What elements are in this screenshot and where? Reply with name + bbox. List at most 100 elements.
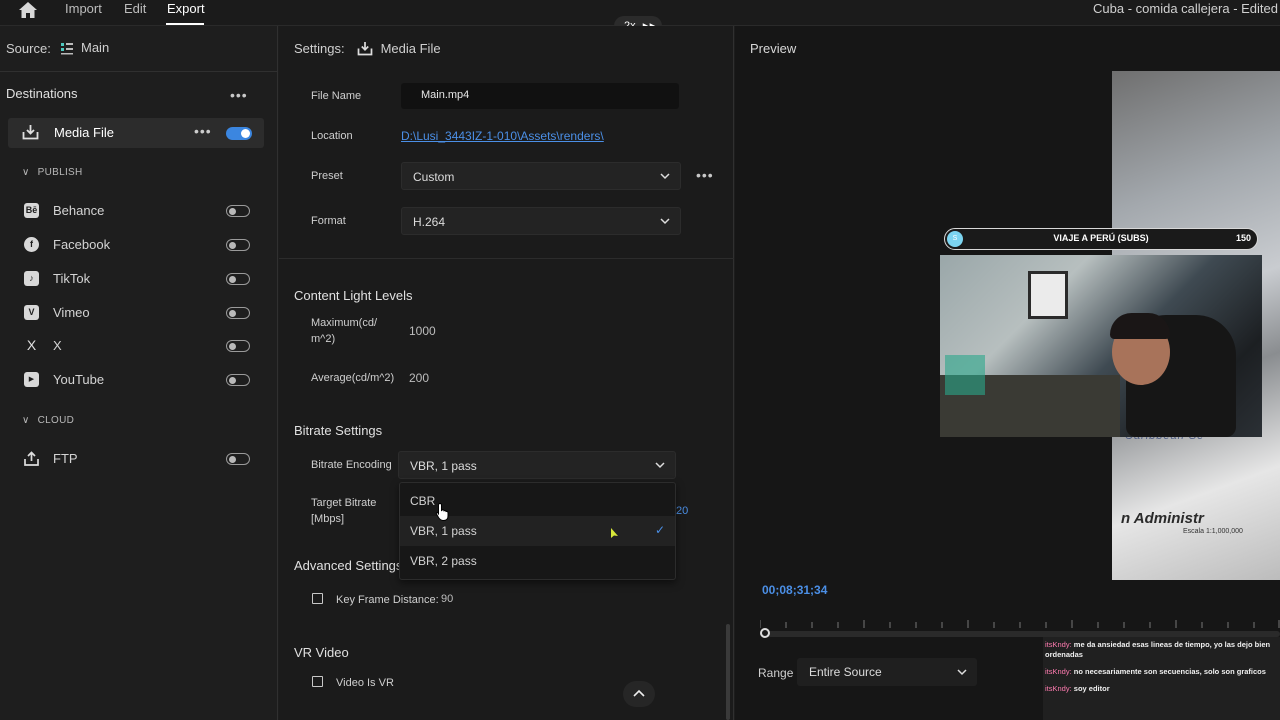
preset-value: Custom: [413, 170, 455, 184]
preview-title: Preview: [750, 41, 797, 56]
stream-chat-overlay: itsKndy: me da ansiedad esas lineas de t…: [1043, 637, 1280, 720]
source-value: Main: [81, 40, 110, 55]
ftp-toggle[interactable]: [226, 453, 250, 465]
youtube-toggle[interactable]: [226, 374, 250, 386]
x-toggle[interactable]: [226, 340, 250, 352]
location-link[interactable]: D:\Lusi_3443IZ-1-010\Assets\renders\: [401, 129, 604, 143]
timeline-ticks: [760, 620, 1280, 628]
content-light-levels-title: Content Light Levels: [294, 288, 413, 303]
target-bitrate-label: Target Bitrate [Mbps]: [311, 497, 377, 525]
advanced-settings-title: Advanced Settings: [294, 558, 403, 573]
maximum-value[interactable]: 1000: [409, 324, 436, 338]
key-frame-checkbox[interactable]: [312, 593, 323, 604]
headphones: [1110, 313, 1170, 339]
chat-user: itsKndy:: [1045, 640, 1072, 649]
preset-select[interactable]: Custom: [401, 162, 681, 190]
range-select[interactable]: Entire Source: [797, 658, 977, 686]
key-frame-label: Key Frame Distance:: [336, 594, 439, 606]
cloud-header-label: CLOUD: [37, 415, 75, 426]
light-glow: [945, 355, 985, 395]
stream-goal-bar: S VIAJE A PERÚ (SUBS) 150: [944, 228, 1258, 250]
active-tab-indicator: [166, 23, 204, 25]
menu-export[interactable]: Export: [167, 1, 205, 16]
maximum-label: Maximum(cd/ m^2): [311, 317, 378, 345]
map-scale: Escala 1:1,000,000: [1183, 528, 1243, 535]
option-label: VBR, 1 pass: [410, 524, 477, 538]
video-is-vr-label: Video Is VR: [336, 677, 394, 689]
bitrate-encoding-select[interactable]: VBR, 1 pass: [398, 451, 676, 479]
scroll-top-button[interactable]: [623, 681, 655, 707]
menu-edit[interactable]: Edit: [124, 1, 146, 16]
option-label: CBR: [410, 494, 436, 508]
chevron-down-icon: ∨: [22, 415, 30, 426]
publish-section-header[interactable]: ∨ PUBLISH: [22, 167, 83, 178]
key-frame-value[interactable]: 90: [441, 593, 453, 605]
destination-label: Vimeo: [53, 305, 90, 320]
chevron-down-icon: [660, 218, 670, 225]
bitrate-encoding-menu: CBR VBR, 1 pass ✓ VBR, 2 pass: [399, 482, 676, 580]
vr-video-title: VR Video: [294, 645, 349, 660]
settings-header: Settings: Media File: [294, 41, 441, 56]
destinations-panel: Source: Main Destinations ••• Media File…: [0, 26, 278, 720]
timeline-scrubber[interactable]: [760, 618, 1280, 638]
document-title: Cuba - comida callejera - Edited: [1093, 1, 1278, 16]
destination-tiktok[interactable]: ♪ TikTok: [24, 269, 254, 289]
divider: [0, 71, 278, 72]
map-label-administr: n Administr: [1121, 510, 1204, 527]
format-select[interactable]: H.264: [401, 207, 681, 235]
webcam-overlay: [940, 255, 1262, 437]
cloud-section-header[interactable]: ∨ CLOUD: [22, 415, 74, 426]
facebook-toggle[interactable]: [226, 239, 250, 251]
file-name-input[interactable]: Main.mp4: [401, 83, 679, 109]
publish-header-label: PUBLISH: [37, 167, 83, 178]
destination-vimeo[interactable]: V Vimeo: [24, 303, 254, 323]
target-bitrate-value[interactable]: 20: [676, 505, 688, 517]
chat-message: itsKndy: soy editor: [1045, 684, 1278, 694]
destination-facebook[interactable]: f Facebook: [24, 235, 254, 255]
tiktok-toggle[interactable]: [226, 273, 250, 285]
bitrate-encoding-label: Bitrate Encoding: [311, 459, 392, 471]
destination-youtube[interactable]: ▶ YouTube: [24, 370, 254, 390]
hand-cursor-icon: [435, 502, 449, 522]
menu-import[interactable]: Import: [65, 1, 102, 16]
bitrate-settings-title: Bitrate Settings: [294, 423, 383, 438]
average-value[interactable]: 200: [409, 371, 429, 385]
format-label: Format: [311, 215, 346, 227]
chat-message: itsKndy: no necesariamente son secuencia…: [1045, 667, 1278, 677]
range-label: Range: [758, 666, 794, 680]
settings-target: Media File: [380, 41, 441, 56]
behance-toggle[interactable]: [226, 205, 250, 217]
home-icon[interactable]: [18, 1, 38, 19]
destination-ftp[interactable]: FTP: [24, 449, 254, 469]
destination-behance[interactable]: Bē Behance: [24, 201, 254, 221]
destinations-title: Destinations: [6, 86, 78, 101]
destination-label: Facebook: [53, 237, 111, 252]
video-is-vr-checkbox[interactable]: [312, 676, 323, 687]
chevron-down-icon: [655, 462, 665, 469]
destination-x[interactable]: X X: [24, 336, 254, 356]
destination-media-file[interactable]: Media File •••: [8, 118, 264, 148]
destination-label: TikTok: [53, 271, 91, 286]
chevron-down-icon: ∨: [22, 167, 30, 178]
chat-user: itsKndy:: [1045, 667, 1072, 676]
chevron-up-icon: [633, 689, 645, 697]
checkmark-icon: ✓: [654, 523, 665, 537]
source-selector[interactable]: Main: [60, 40, 109, 55]
vimeo-toggle[interactable]: [226, 307, 250, 319]
destinations-more-icon[interactable]: •••: [230, 87, 248, 103]
chat-text: me da ansiedad esas lineas de tiempo, yo…: [1045, 640, 1271, 659]
playhead-handle[interactable]: [760, 628, 770, 638]
media-file-toggle[interactable]: [226, 127, 252, 140]
cursor-marker-icon: [611, 528, 618, 538]
download-icon: [22, 125, 39, 140]
chat-message: itsKndy: me da ansiedad esas lineas de t…: [1045, 640, 1278, 660]
media-file-more-icon[interactable]: •••: [194, 123, 212, 139]
format-value: H.264: [413, 215, 446, 229]
playhead-timecode[interactable]: 00;08;31;34: [762, 583, 827, 597]
preset-more-icon[interactable]: •••: [696, 167, 714, 183]
chevron-down-icon: [957, 669, 967, 676]
settings-scrollbar[interactable]: [726, 624, 730, 720]
average-label: Average(cd/m^2): [311, 372, 395, 384]
chat-text: no necesariamente son secuencias, solo s…: [1073, 667, 1266, 676]
option-vbr-2-pass[interactable]: VBR, 2 pass: [400, 546, 675, 576]
